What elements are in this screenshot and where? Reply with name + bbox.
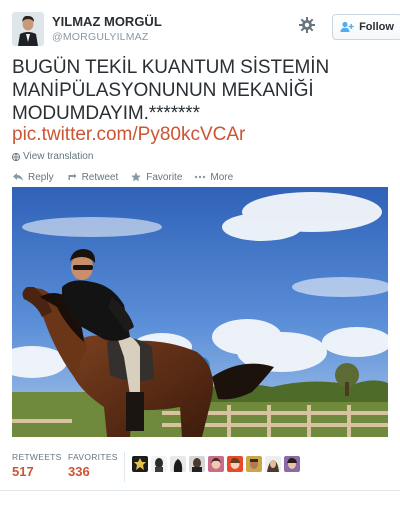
favoriter-avatar[interactable] <box>132 456 148 472</box>
favorites-label: FAVORITES <box>68 452 118 462</box>
reply-button[interactable]: Reply <box>12 172 54 183</box>
stats-divider <box>124 452 125 482</box>
retweets-label: RETWEETS <box>12 452 62 462</box>
retweet-button[interactable]: Retweet <box>66 171 119 183</box>
favorites-stat[interactable]: FAVORITES 336 <box>68 452 118 479</box>
retweets-count: 517 <box>12 464 34 479</box>
gear-icon[interactable] <box>298 16 316 34</box>
divider <box>0 490 400 491</box>
view-translation-link[interactable]: View translation <box>12 151 93 162</box>
tweet-card: YILMAZ MORGÜL @MORGULYILMAZ Follow BUGÜN… <box>0 0 400 525</box>
user-handle[interactable]: @MORGULYILMAZ <box>52 31 149 43</box>
user-name[interactable]: YILMAZ MORGÜL <box>52 14 162 29</box>
tweet-photo-link[interactable]: pic.twitter.com/Py80kcVCAr <box>12 124 245 146</box>
favoriter-avatar[interactable] <box>189 456 205 472</box>
favoriter-avatar[interactable] <box>284 456 300 472</box>
favoriter-avatar[interactable] <box>265 456 281 472</box>
retweet-icon <box>68 173 77 180</box>
more-label: More <box>210 171 234 183</box>
retweet-label: Retweet <box>81 171 119 183</box>
tweet-text: BUGÜN TEKİL KUANTUM SİSTEMİN MANİPÜLASYO… <box>12 57 330 124</box>
follow-button[interactable]: Follow <box>332 14 400 40</box>
follow-label: Follow <box>359 21 394 33</box>
favoriter-avatar[interactable] <box>170 456 186 472</box>
tweet-actions: Reply Retweet Favorite More <box>12 170 233 184</box>
more-dots-icon <box>195 175 206 179</box>
favoriter-avatar[interactable] <box>246 456 262 472</box>
favorite-button[interactable]: Favorite <box>130 172 182 183</box>
favorite-label: Favorite <box>146 171 183 183</box>
favoriter-avatar[interactable] <box>227 456 243 472</box>
follow-person-icon <box>340 21 354 32</box>
retweets-stat[interactable]: RETWEETS 517 <box>12 452 62 479</box>
tweet-stats: RETWEETS 517 FAVORITES 336 <box>12 452 388 482</box>
view-translation-label: View translation <box>23 151 94 162</box>
avatar[interactable] <box>12 12 44 46</box>
favorites-count: 336 <box>68 464 90 479</box>
reply-icon <box>13 173 23 181</box>
more-button[interactable]: More <box>194 172 233 183</box>
tweet-photo[interactable] <box>12 187 388 437</box>
tweet-header: YILMAZ MORGÜL @MORGULYILMAZ Follow <box>12 12 400 48</box>
favoriter-avatar[interactable] <box>151 456 167 472</box>
favoriter-avatars <box>132 456 300 472</box>
favoriter-avatar[interactable] <box>208 456 224 472</box>
favorite-star-icon <box>131 172 142 182</box>
reply-label: Reply <box>28 171 54 183</box>
globe-icon <box>12 152 20 161</box>
